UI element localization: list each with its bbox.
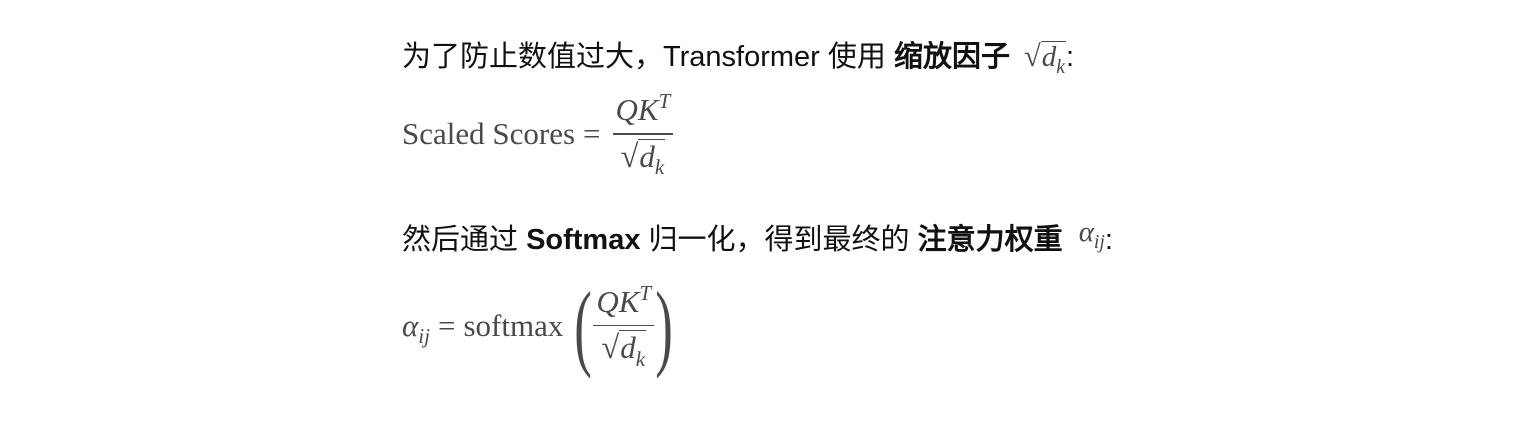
paragraph-text: 然后通过 (402, 224, 527, 256)
numerator-base: QK (615, 92, 659, 127)
sqrt-radical: √ (601, 330, 620, 367)
equation-scaled-scores: Scaled Scores = QKT √dk (402, 89, 677, 179)
fraction: QKT √dk (612, 89, 674, 179)
sqrt-radical: √ (1024, 39, 1041, 73)
numerator-superscript: T (658, 89, 671, 114)
inline-alpha-ij: αij (1078, 216, 1105, 253)
sqrt-subscript: k (1056, 55, 1065, 78)
fraction-denominator: √dk (601, 326, 647, 371)
fraction-denominator: √dk (620, 135, 666, 179)
paragraph-text: 归一化，得到最终的 (640, 224, 918, 256)
bold-term-attention-weights: 注意力权重 (917, 224, 1063, 256)
bold-term-scaling-factor: 缩放因子 (893, 41, 1010, 73)
equals-sign: = (438, 308, 456, 343)
equals-sign: = (583, 116, 601, 152)
left-paren: ( (574, 272, 593, 379)
numerator-base: QK (596, 283, 640, 319)
alpha-symbol: α (402, 308, 419, 343)
numerator-superscript: T (639, 281, 652, 306)
inline-sqrt-dk: √dk (1024, 36, 1066, 78)
denominator-sqrt: √dk (620, 137, 666, 179)
sqrt-subscript: k (635, 346, 646, 371)
fraction: QKT √dk (593, 281, 655, 371)
bold-term-softmax: Softmax (526, 224, 641, 256)
colon: : (1066, 41, 1075, 73)
equation-lhs: αij (402, 308, 430, 348)
right-paren: ) (655, 272, 673, 379)
sqrt-radical: √ (620, 138, 639, 175)
sqrt-variable: d (1041, 41, 1057, 73)
denominator-sqrt: √dk (601, 328, 647, 371)
fraction-numerator: QKT (613, 89, 674, 133)
equation-lhs: Scaled Scores (402, 116, 576, 152)
alpha-symbol: α (1078, 216, 1094, 248)
alpha-subscript: ij (1093, 230, 1105, 253)
colon: : (1104, 224, 1113, 256)
sqrt-variable: d (620, 330, 636, 366)
paragraph-scaling-factor: 为了防止数值过大，Transformer 使用 缩放因子 √dk : (402, 36, 1075, 78)
fraction-numerator: QKT (593, 281, 654, 325)
alpha-subscript: ij (418, 324, 430, 349)
equation-attention-weights: αij = softmax ( QKT √dk ) (402, 278, 680, 374)
paragraph-text: 为了防止数值过大，Transformer 使用 (402, 41, 894, 73)
sqrt-subscript: k (654, 154, 665, 179)
sqrt-variable: d (639, 138, 655, 174)
softmax-function: softmax (463, 308, 564, 343)
paragraph-softmax: 然后通过 Softmax 归一化，得到最终的 注意力权重 αij: (402, 216, 1113, 263)
